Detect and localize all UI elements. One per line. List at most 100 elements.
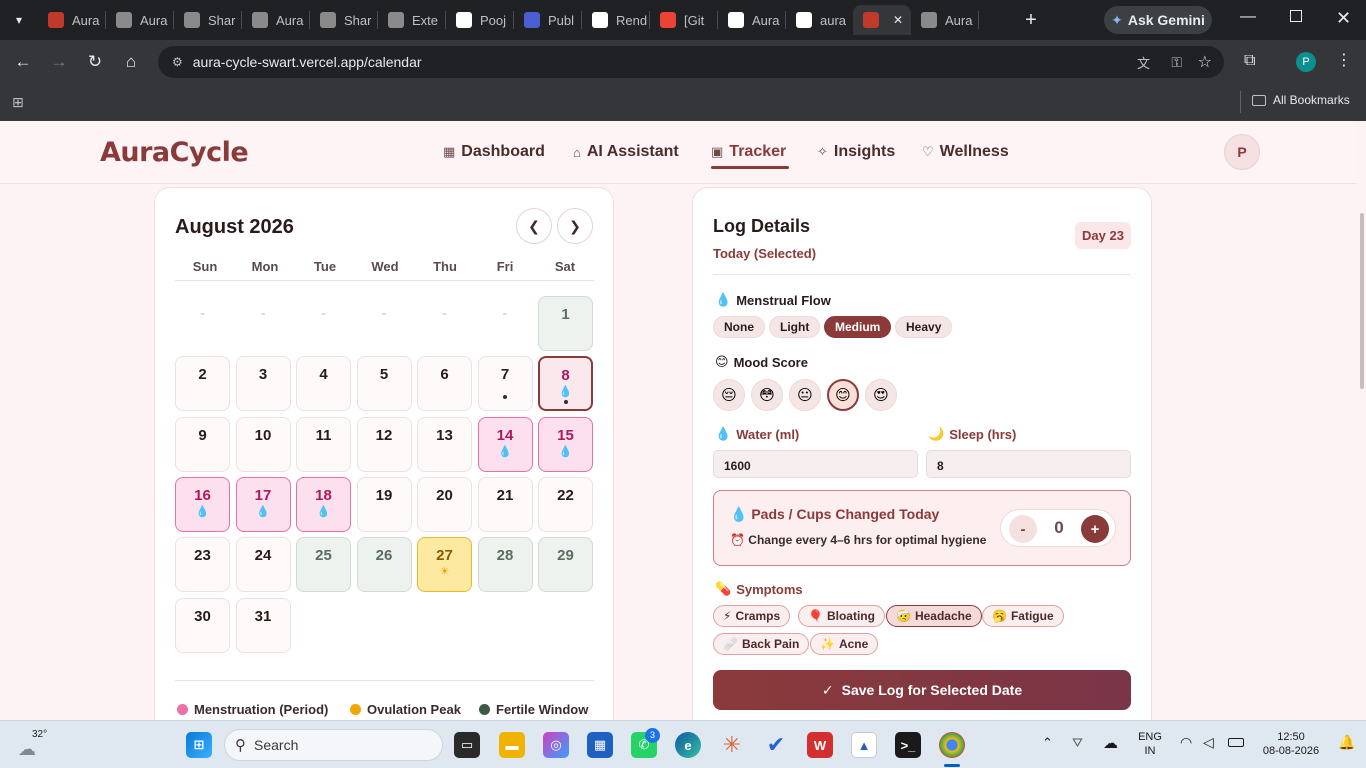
calendar-day-cell[interactable]: 30 <box>175 597 230 653</box>
site-info-icon[interactable]: ⚙ <box>172 55 183 69</box>
calendar-day-cell[interactable]: 26 <box>356 537 412 593</box>
close-window-icon[interactable]: ✕ <box>1336 8 1351 29</box>
calendar-day-cell[interactable]: 24 <box>235 537 291 593</box>
edge-icon[interactable]: e <box>675 732 701 758</box>
all-bookmarks-button[interactable]: All Bookmarks <box>1252 93 1350 107</box>
bookmark-star-icon[interactable]: ☆ <box>1198 52 1212 72</box>
calendar-day-cell[interactable]: 10 <box>235 416 291 472</box>
flow-none-option[interactable]: None <box>713 316 765 338</box>
calendar-day-cell[interactable]: 6 <box>417 356 472 412</box>
translate-icon[interactable]: 文 <box>1137 53 1150 72</box>
nav-wellness[interactable]: ♡ Wellness <box>922 143 1009 161</box>
file-explorer-icon[interactable]: ▬ <box>499 732 525 758</box>
browser-tab[interactable]: Rend <box>582 5 649 35</box>
wps-icon[interactable]: W <box>807 732 833 758</box>
calendar-day-cell[interactable]: 19 <box>356 476 412 532</box>
calendar-day-cell[interactable]: 22 <box>538 476 593 532</box>
new-tab-button[interactable]: + <box>1017 6 1045 34</box>
tray-app-icon[interactable]: ⛛ <box>1072 735 1083 751</box>
extensions-icon[interactable]: ⧉ <box>1244 52 1255 70</box>
browser-tab[interactable]: Pooj <box>446 5 513 35</box>
calendar-day-cell[interactable]: 8 💧 <box>538 356 593 412</box>
mood-neutral-button[interactable]: 😐 <box>789 379 821 411</box>
taskbar-search[interactable]: ⚲ Search <box>224 729 443 761</box>
next-month-button[interactable]: ❯ <box>557 208 593 244</box>
symptom-back-pain-chip[interactable]: 🩹 Back Pain <box>713 633 810 655</box>
sleep-input[interactable]: 8 <box>926 450 1131 478</box>
ask-gemini-button[interactable]: ✦ Ask Gemini <box>1104 6 1212 34</box>
page-scrollbar[interactable] <box>1356 121 1366 720</box>
nav-dashboard[interactable]: ▦ Dashboard <box>443 143 545 161</box>
pads-increment-button[interactable]: + <box>1081 515 1109 543</box>
mood-happy-button[interactable]: 😊 <box>827 379 859 411</box>
calendar-day-cell[interactable]: 13 <box>417 416 472 472</box>
calendar-day-cell[interactable]: 11 <box>296 416 351 472</box>
copilot-icon[interactable]: ◎ <box>543 732 569 758</box>
calendar-day-cell[interactable]: 3 <box>235 356 291 412</box>
todo-icon[interactable]: ✔ <box>763 732 789 758</box>
browser-tab[interactable]: Aura <box>911 5 978 35</box>
claude-icon[interactable]: ✳ <box>719 732 745 758</box>
mood-anxious-button[interactable]: 😳 <box>751 379 783 411</box>
wifi-icon[interactable]: ◠ <box>1180 734 1192 751</box>
browser-tab[interactable]: aura <box>786 5 853 35</box>
nav-tracker[interactable]: ▣ Tracker <box>711 143 786 161</box>
page-scrollbar-thumb[interactable] <box>1360 213 1364 389</box>
tray-overflow-icon[interactable]: ⌃ <box>1042 735 1053 751</box>
restore-icon[interactable] <box>1290 10 1302 22</box>
pads-decrement-button[interactable]: - <box>1009 515 1037 543</box>
calendar-day-cell[interactable]: 5 <box>356 356 412 412</box>
browser-tab[interactable]: ✕ <box>853 5 911 35</box>
calendar-day-cell[interactable]: 21 <box>477 476 533 532</box>
calendar-day-cell[interactable]: 17 💧 <box>235 476 291 532</box>
calendar-day-cell[interactable]: 15 💧 <box>538 416 593 472</box>
calendar-day-cell[interactable]: 28 <box>477 537 533 593</box>
symptom-headache-chip[interactable]: 🤕 Headache <box>886 605 982 627</box>
nav-insights[interactable]: ✧ Insights <box>817 143 895 161</box>
tab-search-button[interactable]: ▾ <box>0 2 38 38</box>
back-icon[interactable]: ← <box>5 44 41 80</box>
flow-light-option[interactable]: Light <box>769 316 821 338</box>
nav-ai-assistant[interactable]: ⌂ AI Assistant <box>573 143 679 161</box>
weather-widget[interactable]: ☁ 32° <box>18 729 54 761</box>
forward-icon[interactable]: → <box>41 44 77 80</box>
save-log-button[interactable]: ✓ Save Log for Selected Date <box>713 670 1131 710</box>
notification-bell-icon[interactable]: 🔔 <box>1338 734 1355 751</box>
symptom-cramps-chip[interactable]: ⚡ Cramps <box>713 605 791 627</box>
calendar-day-cell[interactable]: 14 💧 <box>477 416 533 472</box>
mood-sad-button[interactable]: 😔 <box>713 379 745 411</box>
battery-icon[interactable] <box>1228 738 1244 747</box>
browser-tab[interactable]: Exte <box>378 5 445 35</box>
calendar-day-cell[interactable]: 2 <box>175 356 230 412</box>
browser-tab[interactable]: Aura <box>38 5 105 35</box>
address-bar[interactable]: ⚙ aura-cycle-swart.vercel.app/calendar 文… <box>158 46 1224 78</box>
terminal-icon[interactable]: >_ <box>895 732 921 758</box>
symptom-bloating-chip[interactable]: 🎈 Bloating <box>798 605 885 627</box>
browser-tab[interactable]: Shar <box>174 5 241 35</box>
calendar-day-cell[interactable]: 23 <box>175 537 230 593</box>
minimize-icon[interactable]: — <box>1240 8 1256 26</box>
symptom-fatigue-chip[interactable]: 🥱 Fatigue <box>982 605 1064 627</box>
user-avatar[interactable]: P <box>1224 134 1260 170</box>
calendar-day-cell[interactable]: 29 <box>538 537 593 593</box>
password-key-icon[interactable]: ⚿ <box>1171 54 1182 71</box>
water-input[interactable]: 1600 <box>713 450 918 478</box>
browser-tab[interactable]: Publ <box>514 5 581 35</box>
task-view-icon[interactable]: ▭ <box>454 732 480 758</box>
calendar-day-cell[interactable]: 9 <box>175 416 230 472</box>
calendar-day-cell[interactable]: 18 💧 <box>296 476 351 532</box>
flow-medium-option[interactable]: Medium <box>824 316 892 338</box>
app-logo[interactable]: AuraCycle <box>100 137 249 168</box>
browser-tab[interactable]: Aura <box>242 5 309 35</box>
flow-heavy-option[interactable]: Heavy <box>895 316 953 338</box>
browser-menu-icon[interactable]: ⋮ <box>1336 50 1352 70</box>
chrome-icon[interactable] <box>939 732 965 758</box>
apps-grid-icon[interactable]: ⊞ <box>12 94 24 111</box>
close-tab-icon[interactable]: ✕ <box>893 13 903 27</box>
symptom-acne-chip[interactable]: ✨ Acne <box>810 633 879 655</box>
onedrive-icon[interactable]: ☁ <box>1103 734 1118 752</box>
clock[interactable]: 12:50 08-08-2026 <box>1258 730 1324 758</box>
calendar-day-cell[interactable]: 12 <box>356 416 412 472</box>
calendar-day-cell[interactable]: 20 <box>417 476 472 532</box>
reload-icon[interactable]: ↻ <box>77 44 113 80</box>
